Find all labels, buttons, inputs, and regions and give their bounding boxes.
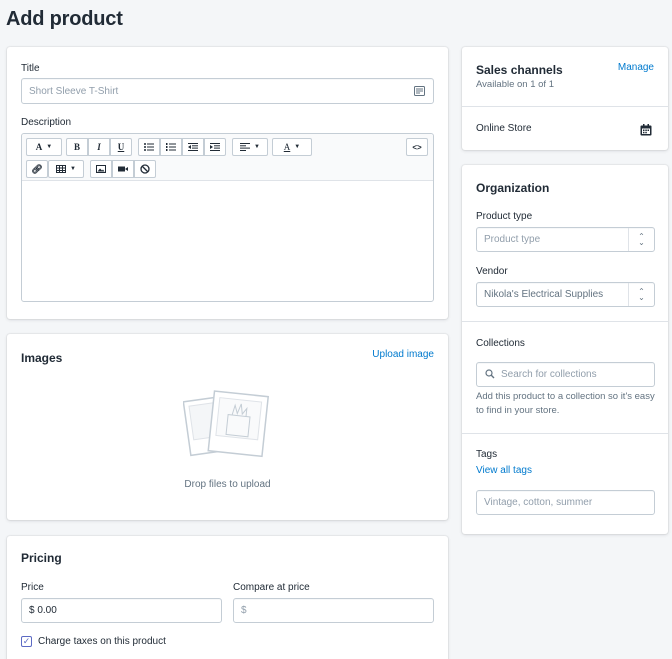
tags-label: Tags [476,449,498,460]
font-label: A [35,142,43,152]
price-value: $ 0.00 [29,605,57,616]
insert-table-dropdown[interactable]: ▼ [48,160,84,178]
compare-at-price-input[interactable]: $ [233,598,434,623]
compare-at-price-label: Compare at price [233,582,310,593]
outdent-button[interactable] [182,138,204,156]
clear-format-button[interactable] [134,160,156,178]
underline-label: U [117,142,125,152]
charge-taxes-label[interactable]: Charge taxes on this product [38,636,166,647]
divider [462,321,668,322]
tags-placeholder: Vintage, cotton, summer [484,497,593,508]
page-title: Add product [6,8,123,30]
chevron-down-icon: ▼ [294,144,301,150]
collections-label: Collections [476,338,525,349]
bold-button[interactable]: B [66,138,88,156]
compare-at-price-placeholder: $ [241,605,247,616]
editor-toolbar: A ▼ B I U ▼ A ▼ <> 🔗︎ ▼ [22,134,433,181]
align-dropdown[interactable]: ▼ [232,138,268,156]
card-icon[interactable] [414,86,425,99]
indent-button[interactable] [204,138,226,156]
vendor-value: Nikola's Electrical Supplies [484,289,604,300]
font-dropdown[interactable]: A ▼ [26,138,62,156]
bullet-list-button[interactable] [138,138,160,156]
upload-image-link[interactable]: Upload image [372,349,434,360]
pricing-card: Pricing Price $ 0.00 Compare at price $ … [7,536,448,659]
code-view-button[interactable]: <> [406,138,428,156]
collections-help-text: Add this product to a collection so it's… [476,391,655,416]
title-label: Title [21,63,40,74]
link-icon: 🔗︎ [31,163,43,174]
divider [462,433,668,434]
title-placeholder: Short Sleeve T-Shirt [29,85,119,97]
chevron-down-icon: ▼ [70,166,76,172]
price-input[interactable]: $ 0.00 [21,598,222,623]
description-label: Description [21,117,72,128]
outdent-icon [188,143,198,151]
insert-video-button[interactable] [112,160,134,178]
clear-format-icon [140,164,150,174]
organization-heading: Organization [476,181,550,195]
calendar-icon[interactable] [640,123,652,141]
underline-button[interactable]: U [110,138,132,156]
table-icon [56,165,67,173]
bullet-list-icon [144,143,154,151]
online-store-label: Online Store [476,123,532,134]
drop-files-text: Drop files to upload [184,479,271,490]
select-arrows-icon: ⌃ ⌄ [628,228,654,251]
product-type-label: Product type [476,211,533,222]
tags-input[interactable]: Vintage, cotton, summer [476,490,655,515]
image-placeholder-icon [182,390,273,471]
numbered-list-icon [166,143,176,151]
organization-card: Organization Product type Product type ⌃… [462,165,668,534]
product-details-card: Title Short Sleeve T-Shirt Description A… [7,47,448,319]
italic-label: I [97,142,101,152]
collections-placeholder: Search for collections [501,369,597,380]
sales-channels-heading: Sales channels [476,63,563,77]
align-left-icon [240,143,251,151]
title-input[interactable]: Short Sleeve T-Shirt [21,78,434,104]
price-label: Price [21,582,44,593]
indent-icon [210,143,220,151]
view-all-tags-link[interactable]: View all tags [476,465,532,476]
font-color-label: A [283,142,291,152]
video-icon [118,166,128,172]
numbered-list-button[interactable] [160,138,182,156]
available-on-text: Available on 1 of 1 [476,79,554,90]
vendor-label: Vendor [476,266,508,277]
manage-link[interactable]: Manage [618,62,654,73]
charge-taxes-checkbox[interactable]: ✓ [21,636,32,647]
product-type-select[interactable]: Product type ⌃ ⌄ [476,227,655,252]
chevron-down-icon: ▼ [46,144,53,150]
images-card: Images Upload image Drop files to upload [7,334,448,520]
insert-link-button[interactable]: 🔗︎ [26,160,48,178]
sales-channels-card: Sales channels Manage Available on 1 of … [462,47,668,150]
insert-image-button[interactable] [90,160,112,178]
italic-button[interactable]: I [88,138,110,156]
description-editor[interactable]: A ▼ B I U ▼ A ▼ <> 🔗︎ ▼ [21,133,434,302]
chevron-down-icon: ▼ [254,144,260,150]
vendor-select[interactable]: Nikola's Electrical Supplies ⌃ ⌄ [476,282,655,307]
divider [462,106,668,107]
collections-search-input[interactable]: Search for collections [476,362,655,387]
image-icon [96,165,106,173]
pricing-heading: Pricing [21,551,62,565]
search-icon [485,369,495,382]
font-color-dropdown[interactable]: A ▼ [272,138,312,156]
select-arrows-icon: ⌃ ⌄ [628,283,654,306]
code-label: <> [412,142,422,152]
product-type-placeholder: Product type [484,234,541,245]
checkmark-icon: ✓ [22,636,31,646]
bold-label: B [73,142,80,152]
images-heading: Images [21,351,63,365]
